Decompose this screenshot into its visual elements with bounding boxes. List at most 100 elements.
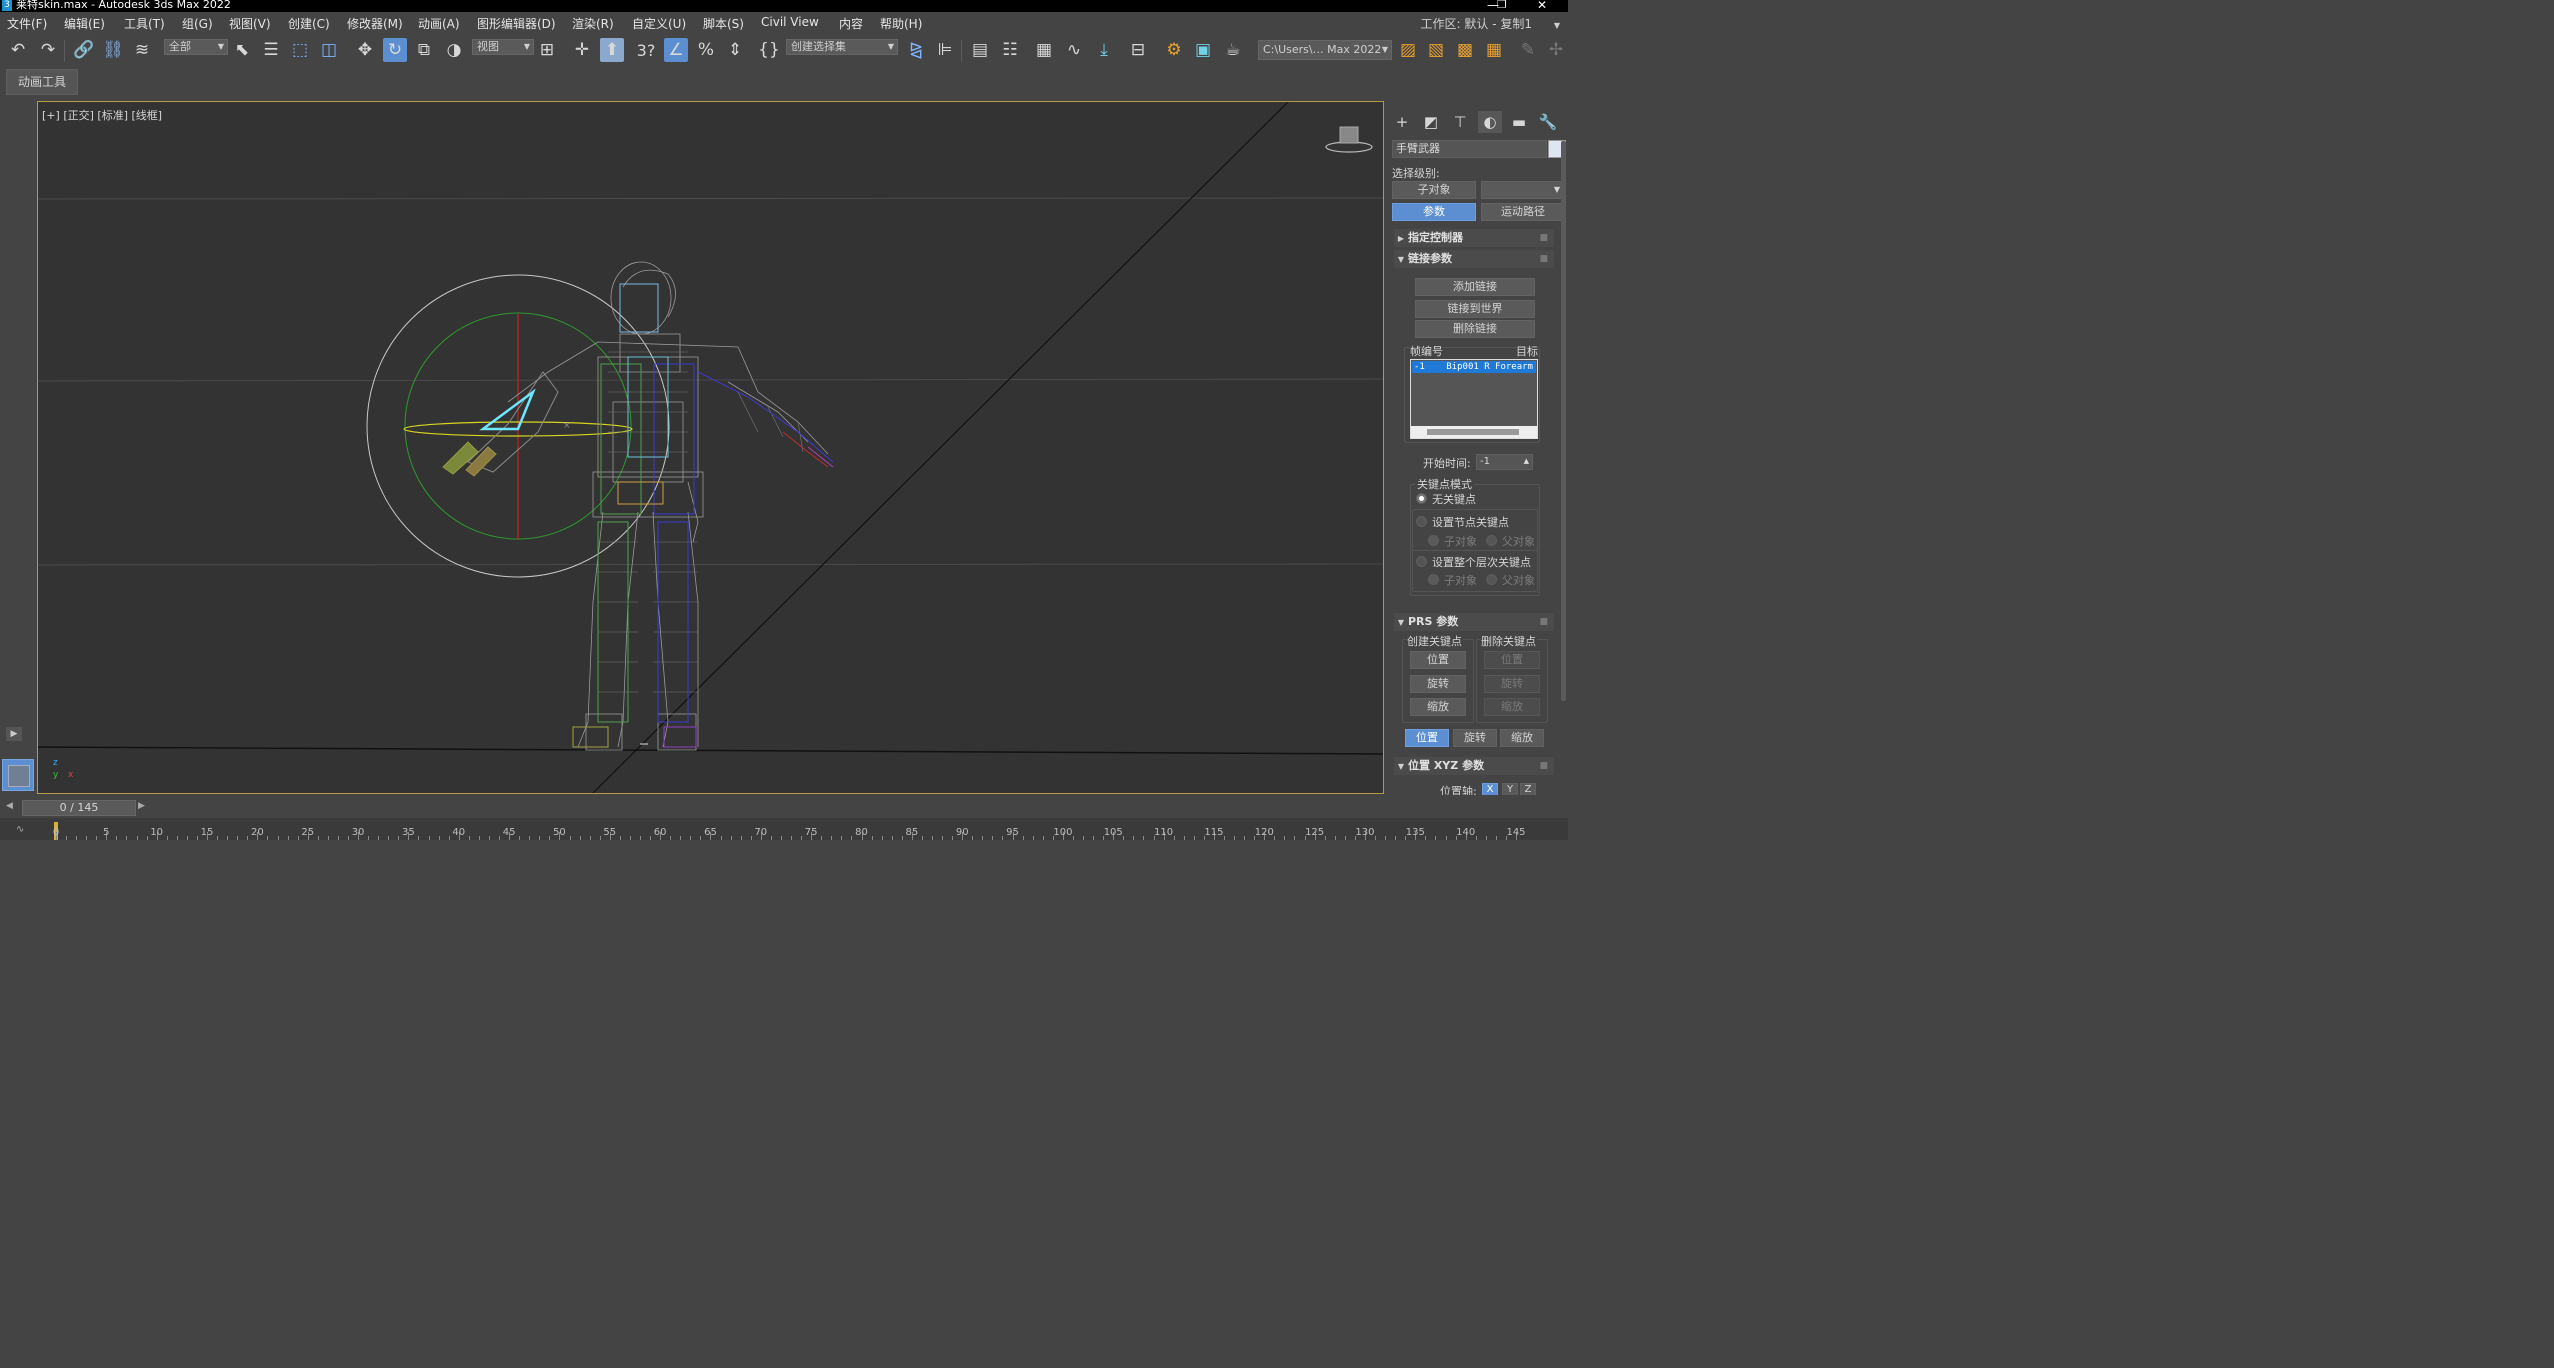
percent-snap-icon[interactable]: % — [694, 38, 718, 62]
curve-editor-mini-icon[interactable]: ∿ — [16, 824, 24, 835]
move-icon[interactable]: ✥ — [353, 38, 377, 62]
rollout-assign-controller[interactable]: ▶ 指定控制器 ■ — [1394, 229, 1554, 247]
play-icon[interactable]: ▶ — [6, 727, 22, 741]
motion-tab-icon[interactable]: ◐ — [1478, 111, 1502, 133]
axis-z-button[interactable]: Z — [1520, 783, 1536, 795]
spinner-snap-icon[interactable]: ⇕ — [723, 38, 747, 62]
link-to-world-button[interactable]: 链接到世界 — [1415, 300, 1535, 318]
delete-rotation-key-button[interactable]: 旋转 — [1484, 675, 1540, 693]
select-by-name-icon[interactable]: ☰ — [259, 38, 283, 62]
menu-customize[interactable]: 自定义(U) — [632, 15, 686, 32]
snap-toggle-icon[interactable]: 3? — [634, 38, 658, 62]
curve-editor-icon[interactable]: ∿ — [1062, 38, 1086, 62]
material-editor-icon[interactable]: ⊟ — [1126, 38, 1150, 62]
rollout-prs-params[interactable]: ▼ PRS 参数 ■ — [1394, 613, 1554, 631]
extra-tool-icon[interactable]: ✢ — [1544, 38, 1568, 62]
undo-icon[interactable]: ↶ — [6, 38, 30, 62]
restore-icon[interactable]: ❐ — [1497, 0, 1507, 11]
axis-x-button[interactable]: X — [1482, 783, 1498, 795]
list-item[interactable]: -1 Bip001 R Forearm — [1412, 361, 1536, 373]
menu-civil-view[interactable]: Civil View — [761, 15, 819, 29]
object-name-field[interactable]: 手臂武器 — [1392, 140, 1547, 158]
render-setup-icon[interactable]: ⚙ — [1162, 38, 1186, 62]
spinner-arrows-icon[interactable]: ▲ — [1524, 454, 1529, 468]
create-scale-key-button[interactable]: 缩放 — [1410, 698, 1466, 716]
panel-scrollbar[interactable] — [1561, 141, 1566, 701]
scene-explorer-icon[interactable]: ▤ — [968, 38, 992, 62]
edit-named-selection-icon[interactable]: {} — [757, 38, 781, 62]
set-node-keys-radio[interactable] — [1416, 516, 1427, 527]
close-icon[interactable]: ✕ — [1537, 0, 1547, 12]
menu-create[interactable]: 创建(C) — [288, 15, 330, 32]
anim-tools-button[interactable]: 动画工具 — [6, 69, 78, 95]
save-folder-icon[interactable]: ▩ — [1453, 38, 1477, 62]
motion-path-button[interactable]: 运动路径 — [1481, 203, 1565, 221]
menu-views[interactable]: 视图(V) — [229, 15, 271, 32]
utilities-tab-icon[interactable]: 🔧 — [1536, 111, 1560, 133]
create-position-key-button[interactable]: 位置 — [1410, 651, 1466, 669]
select-manipulate-icon[interactable]: ✛ — [570, 38, 594, 62]
no-key-radio[interactable] — [1416, 493, 1427, 504]
params-button[interactable]: 参数 — [1392, 203, 1476, 221]
rendered-frame-window-icon[interactable]: ▣ — [1191, 38, 1215, 62]
layer-explorer-icon[interactable]: ☷ — [998, 38, 1022, 62]
menu-tools[interactable]: 工具(T) — [124, 15, 165, 32]
menu-graph-editors[interactable]: 图形编辑器(D) — [477, 15, 556, 32]
scrollbar-thumb[interactable] — [1427, 429, 1519, 435]
menu-modifiers[interactable]: 修改器(M) — [347, 15, 403, 32]
named-selection-dropdown[interactable]: 创建选择集 — [786, 39, 898, 55]
mirror-icon[interactable]: ⧎ — [904, 38, 928, 62]
menu-animation[interactable]: 动画(A) — [418, 15, 460, 32]
scale-icon[interactable]: ⧉ — [412, 38, 436, 62]
viewport-front[interactable]: [+] [正交] [标准] [线框] × z y x — [37, 101, 1384, 794]
angle-snap-icon[interactable]: ∠ — [664, 38, 688, 62]
rollout-link-params[interactable]: ▼ 链接参数 ■ — [1394, 250, 1554, 268]
menu-file[interactable]: 文件(F) — [7, 15, 47, 32]
workspace-selector[interactable]: 工作区: 默认 - 复制1 ▼ — [1421, 15, 1560, 32]
viewport-layout-button[interactable] — [2, 759, 34, 791]
display-tab-icon[interactable]: ▬ — [1507, 111, 1531, 133]
place-icon[interactable]: ◑ — [442, 38, 466, 62]
ref-coord-dropdown[interactable]: 视图 — [472, 39, 534, 55]
selection-filter-dropdown[interactable]: 全部 — [164, 39, 228, 55]
open-folder-icon[interactable]: ▧ — [1424, 38, 1448, 62]
delete-scale-key-button[interactable]: 缩放 — [1484, 698, 1540, 716]
window-crossing-icon[interactable]: ◫ — [317, 38, 341, 62]
set-hier-keys-radio[interactable] — [1416, 556, 1427, 567]
create-tab-icon[interactable]: + — [1390, 111, 1414, 133]
align-icon[interactable]: ⊫ — [933, 38, 957, 62]
schematic-view-icon[interactable]: ⤓ — [1092, 38, 1116, 62]
list-scrollbar[interactable] — [1411, 426, 1537, 438]
sub-object-button[interactable]: 子对象 — [1392, 181, 1476, 199]
hierarchy-tab-icon[interactable]: ⊤ — [1448, 111, 1472, 133]
select-object-icon[interactable]: ⬉ — [230, 38, 254, 62]
render-teapot-icon[interactable]: ☕ — [1221, 38, 1245, 62]
create-rotation-key-button[interactable]: 旋转 — [1410, 675, 1466, 693]
redo-icon[interactable]: ↷ — [36, 38, 60, 62]
time-slider[interactable]: 0 / 145 — [22, 800, 136, 816]
unlink-icon[interactable]: ⛓ — [101, 38, 125, 62]
project-path-dropdown[interactable]: C:\Users\… Max 2022 — [1258, 40, 1392, 60]
axis-y-button[interactable]: Y — [1502, 783, 1518, 795]
modify-tab-icon[interactable]: ◩ — [1419, 111, 1443, 133]
project-folder-icon[interactable]: ▨ — [1396, 38, 1420, 62]
rollout-pos-xyz[interactable]: ▼ 位置 XYZ 参数 ■ — [1394, 757, 1554, 775]
menu-scripting[interactable]: 脚本(S) — [703, 15, 744, 32]
track-bar[interactable]: ∿ 0 5 10 15 20 25 30 35 40 45 50 55 60 65 70 75 80 85 90 95… — [0, 818, 1568, 840]
delete-link-button[interactable]: 删除链接 — [1415, 320, 1535, 338]
ribbon-icon[interactable]: ▦ — [1032, 38, 1056, 62]
position-tab-button[interactable]: 位置 — [1405, 729, 1449, 747]
bind-space-warp-icon[interactable]: ≋ — [130, 38, 154, 62]
pivot-center-icon[interactable]: ⊞ — [535, 38, 559, 62]
delete-position-key-button[interactable]: 位置 — [1484, 651, 1540, 669]
brush-icon[interactable]: ✎ — [1516, 38, 1540, 62]
archive-folder-icon[interactable]: ▦ — [1482, 38, 1506, 62]
link-list[interactable]: -1 Bip001 R Forearm — [1410, 359, 1538, 439]
menu-group[interactable]: 组(G) — [182, 15, 213, 32]
add-link-button[interactable]: 添加链接 — [1415, 278, 1535, 296]
menu-rendering[interactable]: 渲染(R) — [572, 15, 614, 32]
start-time-spinner[interactable]: -1 ▲ — [1476, 454, 1533, 470]
rotation-tab-button[interactable]: 旋转 — [1453, 729, 1497, 747]
keyboard-shortcut-override-icon[interactable]: ⬆ — [600, 38, 624, 62]
link-icon[interactable]: 🔗 — [72, 38, 96, 62]
